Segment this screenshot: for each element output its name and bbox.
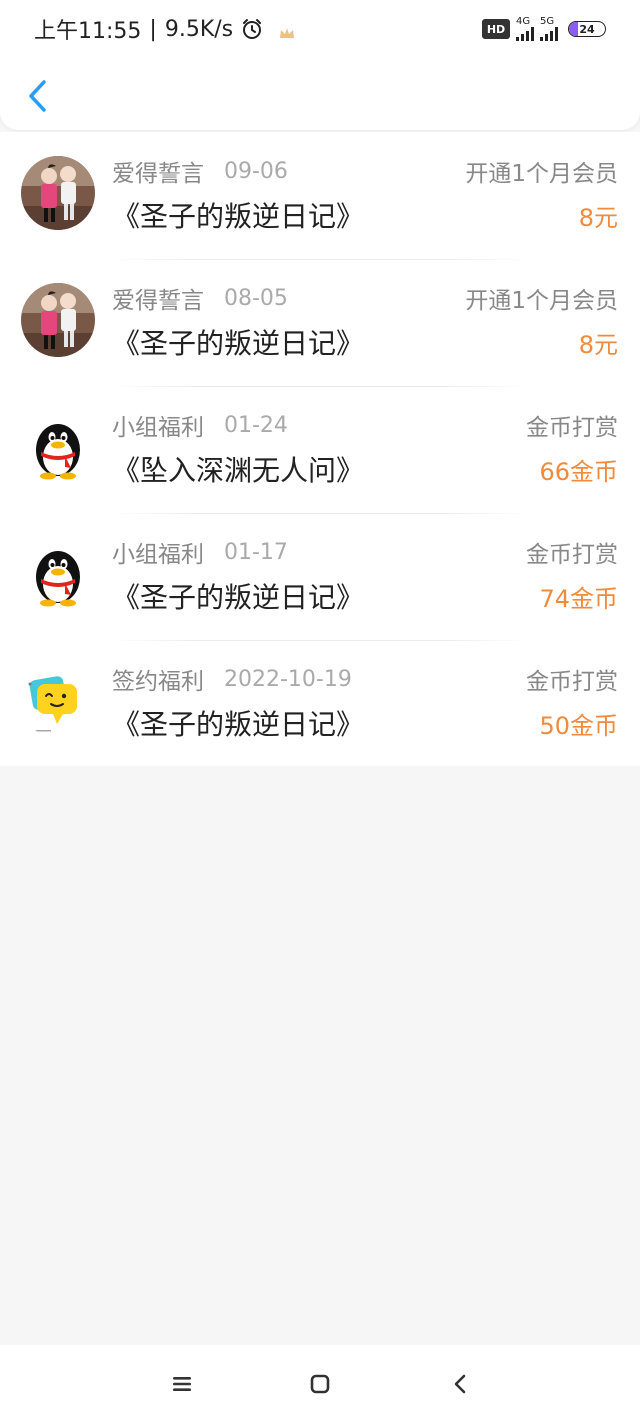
sender-name: 小组福利	[112, 415, 204, 441]
signal-bars-icon	[516, 27, 534, 41]
chevron-left-icon	[29, 80, 46, 112]
status-separator: |	[149, 16, 157, 42]
status-right: HD 4G 5G 24	[482, 16, 606, 42]
reward-date: 2022-10-19	[224, 666, 352, 692]
signal-5g-label: 5G	[540, 16, 555, 27]
reward-date: 08-05	[224, 285, 288, 311]
system-back-button[interactable]	[438, 1367, 482, 1401]
reward-row[interactable]: 小组福利 01-17 《圣子的叛逆日记》 金币打赏 74金币	[0, 513, 640, 640]
book-title: 《圣子的叛逆日记》	[112, 200, 365, 233]
back-chevron-icon	[454, 1374, 466, 1394]
battery-icon: 24	[568, 21, 606, 37]
signal-5g: 5G	[540, 17, 558, 41]
menu-button[interactable]	[160, 1367, 204, 1401]
avatar[interactable]	[21, 156, 95, 230]
reward-date: 01-17	[224, 539, 288, 565]
book-title: 《圣子的叛逆日记》	[112, 708, 365, 741]
reward-amount: 50金币	[539, 711, 618, 740]
reward-type: 金币打赏	[526, 669, 618, 695]
hd-badge: HD	[482, 19, 510, 39]
home-button[interactable]	[298, 1367, 342, 1401]
reward-date: 01-24	[224, 412, 288, 438]
book-title: 《圣子的叛逆日记》	[112, 581, 365, 614]
alarm-icon	[241, 18, 263, 40]
sender-name: 小组福利	[112, 542, 204, 568]
reward-type: 金币打赏	[526, 415, 618, 441]
signal-4g: 4G	[516, 17, 534, 41]
reward-type: 开通1个月会员	[465, 288, 618, 314]
reward-row[interactable]: 爱得誓言 09-06 《圣子的叛逆日记》 开通1个月会员 8元	[0, 132, 640, 259]
status-time: 上午11:55	[34, 19, 142, 44]
signal-bars-icon	[540, 27, 558, 41]
network-speed: 9.5K/s	[164, 16, 234, 42]
photo-avatar-icon	[21, 156, 95, 230]
reward-meta: 爱得誓言 08-05	[112, 283, 288, 315]
avatar[interactable]	[21, 410, 95, 484]
reward-meta: 小组福利 01-24	[112, 410, 288, 442]
reward-row[interactable]: 签约福利 2022-10-19 《圣子的叛逆日记》 金币打赏 50金币	[0, 640, 640, 767]
reward-amount: 8元	[578, 203, 618, 232]
reward-type: 金币打赏	[526, 542, 618, 568]
back-button[interactable]	[18, 74, 58, 118]
battery-fill	[569, 22, 578, 36]
menu-icon	[173, 1377, 191, 1391]
sender-name: 爱得誓言	[112, 288, 204, 314]
system-nav-bar	[0, 1345, 640, 1423]
avatar[interactable]	[21, 283, 95, 357]
reward-meta: 小组福利 01-17	[112, 537, 288, 569]
sender-name: 爱得誓言	[112, 161, 204, 187]
reward-amount: 66金币	[539, 457, 618, 486]
top-bar: 上午11:55 | 9.5K/s HD 4G 5G 24	[0, 0, 640, 130]
penguin-icon	[21, 537, 95, 611]
speech-bubble-emoji-icon	[21, 664, 95, 738]
reward-amount: 74金币	[539, 584, 618, 613]
screen: 上午11:55 | 9.5K/s HD 4G 5G 24 爱得誓言 09-06 …	[0, 0, 640, 1423]
reward-list: 爱得誓言 09-06 《圣子的叛逆日记》 开通1个月会员 8元 爱得誓言 08-…	[0, 132, 640, 766]
avatar[interactable]	[21, 537, 95, 611]
book-title: 《坠入深渊无人问》	[112, 454, 365, 487]
reward-type: 开通1个月会员	[465, 161, 618, 187]
status-bar: 上午11:55 | 9.5K/s HD 4G 5G 24	[0, 0, 640, 58]
crown-icon	[279, 22, 295, 38]
reward-row[interactable]: 小组福利 01-24 《坠入深渊无人问》 金币打赏 66金币	[0, 386, 640, 513]
book-title: 《圣子的叛逆日记》	[112, 327, 365, 360]
signal-4g-label: 4G	[516, 16, 531, 27]
reward-amount: 8元	[578, 330, 618, 359]
reward-meta: 签约福利 2022-10-19	[112, 664, 352, 696]
battery-level: 24	[579, 22, 595, 36]
photo-avatar-icon	[21, 283, 95, 357]
sender-name: 签约福利	[112, 669, 204, 695]
reward-date: 09-06	[224, 158, 288, 184]
reward-row[interactable]: 爱得誓言 08-05 《圣子的叛逆日记》 开通1个月会员 8元	[0, 259, 640, 386]
penguin-icon	[21, 410, 95, 484]
reward-meta: 爱得誓言 09-06	[112, 156, 288, 188]
status-left: 上午11:55 | 9.5K/s	[34, 14, 295, 44]
avatar[interactable]	[21, 664, 95, 738]
home-square-icon	[310, 1374, 330, 1394]
